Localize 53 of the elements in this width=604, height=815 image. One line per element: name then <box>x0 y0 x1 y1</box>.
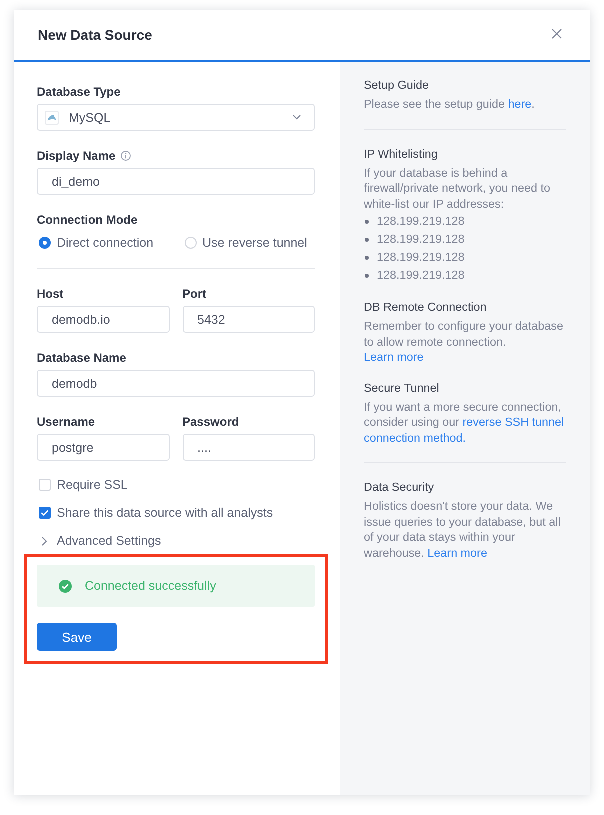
bullet-icon <box>365 274 369 278</box>
section-title: Secure Tunnel <box>364 380 440 396</box>
field-label: Username <box>37 414 96 431</box>
checkbox-label: Require SSL <box>57 478 128 492</box>
expander-toggle[interactable]: Advanced Settings <box>42 532 162 550</box>
guide-text: If your database is behind a firewall/private network, you need to white-list our IP addresses: <box>364 166 552 212</box>
checkbox-label: Share this data source with all analysts <box>57 506 274 520</box>
field-label: Password <box>182 414 240 431</box>
bullet-icon <box>365 256 369 260</box>
bullet-icon <box>365 220 369 224</box>
radio-button[interactable] <box>39 237 51 249</box>
guide-text: Please see the setup guide here. <box>364 97 536 112</box>
section-title: DB Remote Connection <box>364 300 488 316</box>
dolphin-icon <box>45 110 59 124</box>
text-link[interactable]: here <box>508 97 532 112</box>
section-title: Setup Guide <box>364 78 430 94</box>
check-circle-icon <box>59 580 72 592</box>
status-message: Connected successfully <box>85 579 216 593</box>
ip-address: 128.199.219.128 <box>377 268 465 284</box>
save-button[interactable]: Save <box>37 623 117 651</box>
ip-address: 128.199.219.128 <box>377 250 465 266</box>
text-field[interactable]: demodb.io <box>37 306 170 333</box>
field-label: Display Name <box>37 148 116 165</box>
dialog-title: New Data Source <box>38 27 152 43</box>
radio-label: Use reverse tunnel <box>202 236 308 250</box>
checkbox[interactable] <box>39 507 51 519</box>
ip-address: 128.199.219.128 <box>377 214 465 230</box>
field-label: Database Name <box>37 350 126 367</box>
section-title: IP Whitelisting <box>364 146 439 162</box>
bullet-icon <box>365 238 369 242</box>
text-field[interactable]: 5432 <box>182 306 315 333</box>
field-label: Host <box>37 286 64 303</box>
field-label: Database Type <box>37 84 121 101</box>
guide-text: Remember to configure your database to allow remote connection. <box>364 319 564 350</box>
select-dropdown[interactable]: MySQL <box>37 104 315 131</box>
guide-text: Holistics doesn't store your data. We issue queries to your database, but all of your data stays within your warehouse. Learn more <box>364 499 562 561</box>
ip-address: 128.199.219.128 <box>377 232 465 248</box>
text-link[interactable]: Learn more <box>428 546 488 561</box>
section-title: Data Security <box>364 480 436 496</box>
radio-label: Direct connection <box>57 236 154 250</box>
chevron-down-icon <box>293 115 301 120</box>
guide-text: If you want a more secure connection, consider using our reverse SSH tunnel connection method. <box>364 400 566 446</box>
text-link[interactable]: connection method. <box>364 430 466 446</box>
field-label: Port <box>182 286 206 303</box>
text-field[interactable]: postgre <box>37 434 170 461</box>
field-label: Connection Mode <box>37 212 138 229</box>
text-field[interactable]: demodb <box>37 370 315 397</box>
check-icon <box>41 510 49 516</box>
text-link[interactable]: Learn more <box>364 350 424 366</box>
close-icon <box>552 29 562 39</box>
text-field[interactable]: di_demo <box>37 168 315 195</box>
text-link[interactable]: reverse SSH tunnel <box>462 415 564 430</box>
password-field[interactable]: .... <box>182 434 315 461</box>
